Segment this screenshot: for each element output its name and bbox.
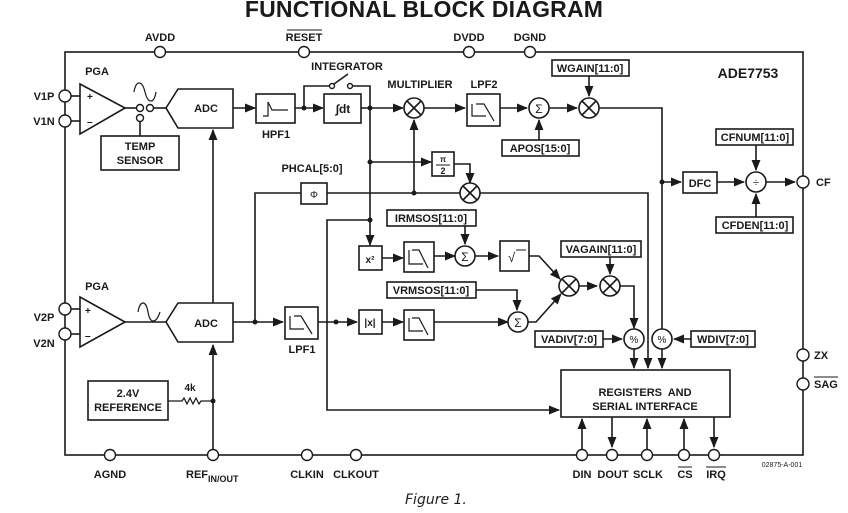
svg-text:V1N: V1N bbox=[33, 116, 54, 128]
svg-text:π: π bbox=[440, 155, 446, 164]
svg-text:AVDD: AVDD bbox=[145, 32, 175, 44]
pin-avdd: AVDD bbox=[145, 32, 175, 59]
resistor-label: 4k bbox=[184, 383, 196, 394]
plus-sign: + bbox=[85, 306, 91, 317]
summer-icon: Σ bbox=[528, 97, 550, 119]
pin-reset: RESET bbox=[286, 29, 323, 59]
svg-text:DIN: DIN bbox=[573, 469, 592, 481]
multiplier-icon bbox=[558, 275, 580, 297]
divider-icon: % bbox=[651, 328, 673, 350]
svg-text:%: % bbox=[630, 335, 639, 346]
svg-text:2.4V: 2.4V bbox=[117, 388, 140, 400]
switch-contact bbox=[135, 103, 145, 113]
summer-icon: Σ bbox=[454, 245, 476, 267]
svg-text:DVDD: DVDD bbox=[453, 32, 484, 44]
temp-sensor-label: SENSOR bbox=[117, 155, 164, 167]
svg-text:AGND: AGND bbox=[94, 469, 126, 481]
svg-text:WDIV[7:0]: WDIV[7:0] bbox=[697, 334, 749, 346]
minus-sign: – bbox=[87, 117, 93, 128]
svg-text:RESET: RESET bbox=[286, 32, 323, 44]
svg-text:Σ: Σ bbox=[535, 102, 542, 116]
svg-text:CLKOUT: CLKOUT bbox=[333, 469, 379, 481]
integral-symbol: ∫dt bbox=[335, 102, 351, 116]
block-diagram: ADE7753 AVDD RESET DVDD DGND V1P V1N V2P… bbox=[33, 29, 838, 484]
svg-text:CF: CF bbox=[816, 177, 831, 189]
sine-wave-icon bbox=[133, 82, 157, 102]
svg-text:APOS[15:0]: APOS[15:0] bbox=[510, 143, 571, 155]
summer-icon: Σ bbox=[507, 311, 529, 333]
temp-sensor-label: TEMP bbox=[125, 141, 156, 153]
hpf1-block bbox=[255, 93, 296, 124]
svg-text:REFERENCE: REFERENCE bbox=[94, 402, 162, 414]
multiplier-icon bbox=[578, 97, 600, 119]
pin-v1p: V1P bbox=[34, 89, 72, 103]
svg-text:CFDEN[11:0]: CFDEN[11:0] bbox=[722, 220, 789, 232]
pin-cf: CF bbox=[796, 175, 831, 189]
svg-text:VRMSOS[11:0]: VRMSOS[11:0] bbox=[393, 285, 470, 297]
svg-text:DOUT: DOUT bbox=[597, 469, 628, 481]
svg-text:REFIN/OUT: REFIN/OUT bbox=[186, 469, 239, 484]
svg-text:V2P: V2P bbox=[34, 312, 55, 324]
pin-dvdd: DVDD bbox=[453, 32, 485, 59]
minus-sign: – bbox=[85, 331, 91, 342]
svg-text:CFNUM[11:0]: CFNUM[11:0] bbox=[721, 132, 790, 144]
figure-caption: Figure 1. bbox=[405, 492, 467, 508]
svg-text:ZX: ZX bbox=[814, 350, 829, 362]
svg-text:CS: CS bbox=[677, 469, 692, 481]
svg-text:SCLK: SCLK bbox=[633, 469, 663, 481]
svg-text:VADIV[7:0]: VADIV[7:0] bbox=[541, 334, 597, 346]
switch-contact bbox=[145, 103, 155, 113]
resistor-icon bbox=[168, 396, 213, 406]
svg-text:WGAIN[11:0]: WGAIN[11:0] bbox=[557, 63, 624, 75]
pin-sag: SAG bbox=[796, 376, 838, 391]
plus-sign: + bbox=[87, 92, 93, 103]
pga2-label: PGA bbox=[85, 281, 109, 293]
pin-v1n: V1N bbox=[33, 114, 72, 128]
svg-text:SAG: SAG bbox=[814, 379, 838, 391]
divider-icon: ÷ bbox=[745, 171, 767, 193]
svg-text:SERIAL INTERFACE: SERIAL INTERFACE bbox=[592, 401, 698, 413]
pga1-label: PGA bbox=[85, 66, 109, 78]
switch-contact bbox=[135, 113, 145, 123]
pin-dgnd: DGND bbox=[514, 32, 546, 59]
integrator-switch bbox=[333, 73, 349, 85]
hpf1-label: HPF1 bbox=[262, 129, 290, 141]
svg-text:Σ: Σ bbox=[514, 316, 521, 330]
lpf2-label: LPF2 bbox=[471, 79, 498, 91]
svg-text:√: √ bbox=[508, 250, 516, 265]
svg-text:IRQ: IRQ bbox=[706, 469, 726, 481]
divider-icon: % bbox=[623, 328, 645, 350]
adc1-label: ADC bbox=[194, 103, 218, 115]
svg-text:÷: ÷ bbox=[753, 177, 759, 189]
svg-text:V1P: V1P bbox=[34, 91, 55, 103]
lpf1-label: LPF1 bbox=[289, 344, 316, 356]
svg-text:|x|: |x| bbox=[364, 318, 375, 329]
svg-text:2: 2 bbox=[440, 166, 445, 176]
adc2-label: ADC bbox=[194, 318, 218, 330]
svg-text:DGND: DGND bbox=[514, 32, 546, 44]
svg-text:Σ: Σ bbox=[461, 250, 468, 264]
drawing-id: 02875-A-001 bbox=[762, 462, 803, 469]
svg-text:DFC: DFC bbox=[689, 178, 712, 190]
phcal-label: PHCAL[5:0] bbox=[281, 163, 342, 175]
svg-text:x²: x² bbox=[366, 255, 376, 266]
multiplier-icon bbox=[599, 275, 621, 297]
sine-wave-icon bbox=[137, 302, 161, 322]
svg-text:REGISTERS AND: REGISTERS AND bbox=[598, 387, 691, 399]
pin-zx: ZX bbox=[796, 348, 829, 362]
reference-block bbox=[87, 380, 169, 421]
svg-text:%: % bbox=[658, 335, 667, 346]
svg-text:IRMSOS[11:0]: IRMSOS[11:0] bbox=[395, 213, 467, 225]
multiplier-icon bbox=[459, 182, 481, 204]
multiplier-icon bbox=[403, 97, 425, 119]
svg-text:VAGAIN[11:0]: VAGAIN[11:0] bbox=[566, 244, 637, 256]
svg-text:V2N: V2N bbox=[33, 338, 54, 350]
svg-text:CLKIN: CLKIN bbox=[290, 469, 324, 481]
svg-text:Φ: Φ bbox=[310, 190, 318, 201]
multiplier-label: MULTIPLIER bbox=[387, 79, 452, 91]
chip-name: ADE7753 bbox=[718, 65, 779, 81]
integrator-label: INTEGRATOR bbox=[311, 61, 383, 73]
